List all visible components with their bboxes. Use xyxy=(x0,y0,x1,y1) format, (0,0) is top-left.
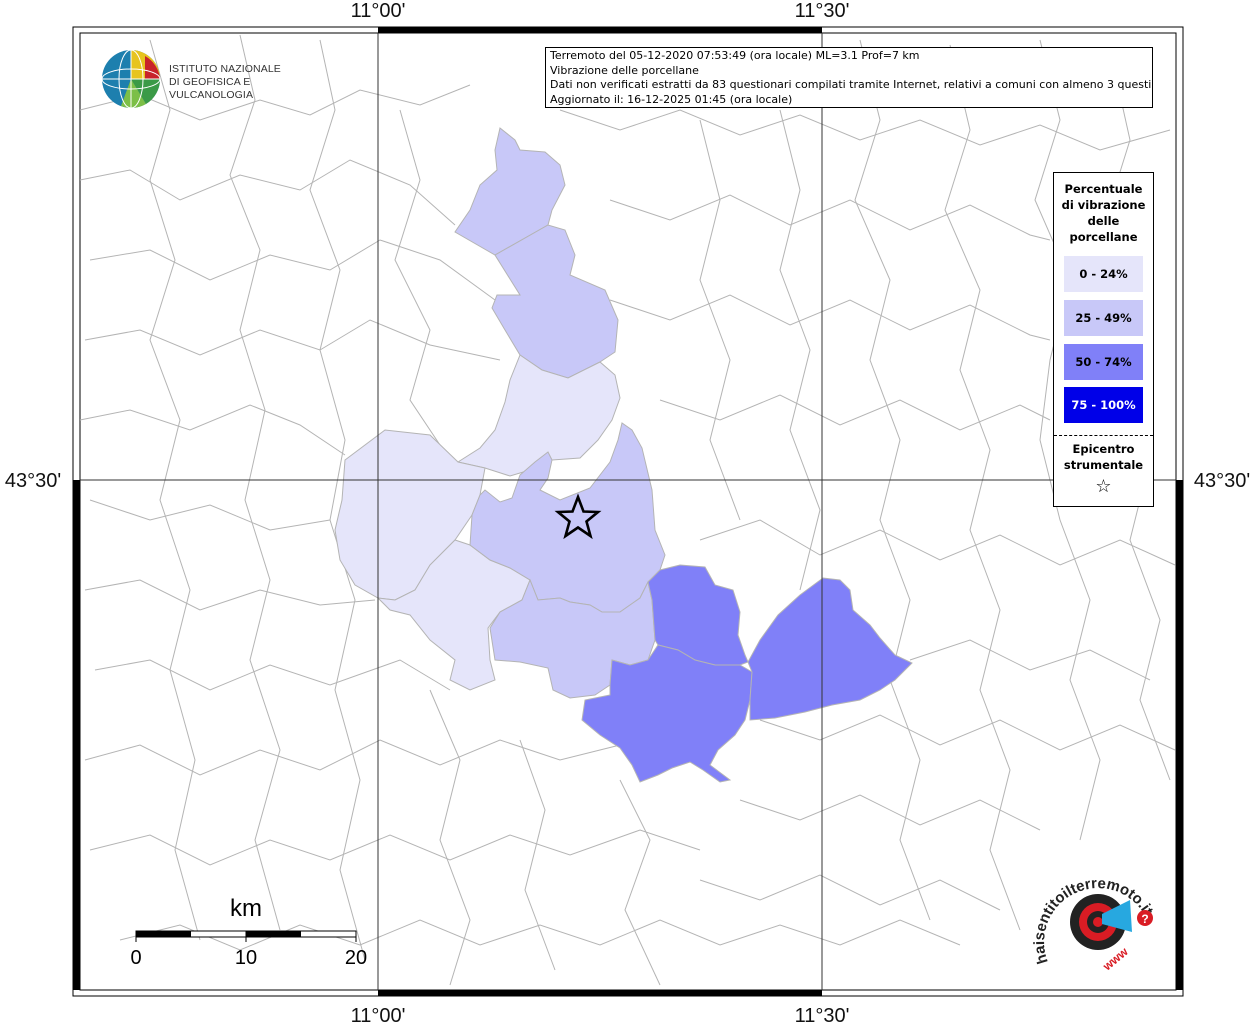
ingv-logo: ISTITUTO NAZIONALE DI GEOFISICA E VULCAN… xyxy=(101,48,321,110)
legend-epicenter-line1: Epicentro xyxy=(1072,442,1135,456)
legend-class-2: 25 - 49% xyxy=(1064,300,1143,336)
legend-epicenter-title: Epicentro strumentale xyxy=(1054,441,1153,473)
scale-label-20: 20 xyxy=(345,947,367,969)
legend-class-3: 50 - 74% xyxy=(1064,344,1143,380)
ingv-globe-icon xyxy=(101,49,161,109)
legend-epicenter-line2: strumentale xyxy=(1063,458,1144,472)
coord-label-top-right: 11°30' xyxy=(795,0,850,22)
scale-unit-label: km xyxy=(230,895,262,922)
scale-label-0: 0 xyxy=(130,947,141,969)
ingv-logo-text: ISTITUTO NAZIONALE DI GEOFISICA E VULCAN… xyxy=(169,63,321,102)
coord-label-bottom-right: 11°30' xyxy=(795,1005,850,1024)
event-info-box: Terremoto del 05-12-2020 07:53:49 (ora l… xyxy=(545,47,1153,108)
update-timestamp: Aggiornato il: 16-12-2025 01:45 (ora loc… xyxy=(550,92,793,106)
legend-title: Percentuale di vibrazione delle porcella… xyxy=(1054,181,1153,245)
hsi-question-icon: ? xyxy=(1141,912,1148,926)
legend-class-4: 75 - 100% xyxy=(1064,387,1143,423)
coord-label-left-lat: 43°30' xyxy=(5,470,61,492)
scale-bar: km 0 10 20 xyxy=(130,895,367,969)
data-disclaimer: Dati non verificati estratti da 83 quest… xyxy=(550,78,1153,91)
coord-label-top-left: 11°00' xyxy=(351,0,406,22)
frame-bar-bottom xyxy=(378,990,822,996)
frame-bar-left xyxy=(73,480,80,990)
legend-title-line1: Percentuale xyxy=(1064,182,1143,196)
legend-class-1: 0 - 24% xyxy=(1064,256,1143,292)
legend-title-line2: di vibrazione xyxy=(1061,198,1146,212)
scale-label-10: 10 xyxy=(235,947,257,969)
coord-label-right-lat: 43°30' xyxy=(1194,470,1250,492)
legend-panel: Percentuale di vibrazione delle porcella… xyxy=(1053,172,1154,507)
ingv-logo-line2: DI GEOFISICA E VULCANOLOGIA xyxy=(169,76,254,101)
legend-separator xyxy=(1054,435,1153,436)
legend-title-line4: porcellane xyxy=(1069,230,1138,244)
map-subject: Vibrazione delle porcellane xyxy=(550,63,699,77)
hsi-logo: haisentitoilterremoto.it ? www xyxy=(1031,875,1156,974)
frame-bar-top xyxy=(378,27,822,33)
legend-title-line3: delle xyxy=(1087,214,1120,228)
event-title: Terremoto del 05-12-2020 07:53:49 (ora l… xyxy=(550,49,920,62)
hsi-target-center xyxy=(1093,917,1103,927)
scale-bar-segment-1 xyxy=(136,931,191,937)
scale-bar-segment-3 xyxy=(246,931,301,937)
frame-bar-right xyxy=(1176,480,1183,990)
legend-star-icon: ☆ xyxy=(1095,476,1112,497)
coord-label-bottom-left: 11°00' xyxy=(351,1005,406,1024)
ingv-logo-line1: ISTITUTO NAZIONALE xyxy=(169,63,281,75)
